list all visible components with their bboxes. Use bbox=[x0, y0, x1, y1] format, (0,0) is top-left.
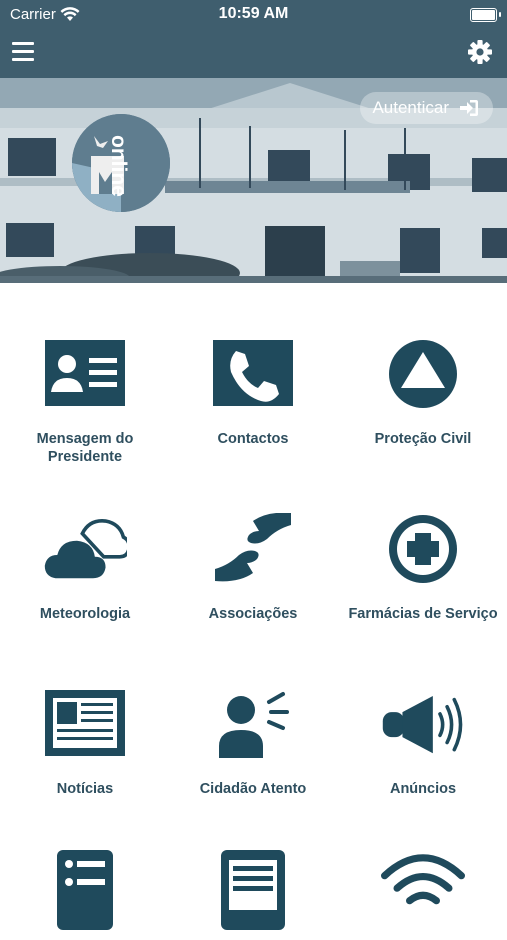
grid-item-label: Mensagem do Presidente bbox=[36, 431, 134, 465]
battery-icon bbox=[470, 8, 501, 22]
handshake-icon bbox=[211, 513, 295, 597]
grid-item-label: Farmácias de Serviço bbox=[348, 606, 498, 622]
grid-item-label: Associações bbox=[208, 606, 298, 622]
pharmacy-cross-icon bbox=[381, 513, 465, 597]
newspaper-icon bbox=[43, 688, 127, 772]
grid-item-presidente[interactable]: Mensagem do Presidente bbox=[0, 338, 170, 466]
grid-item-list[interactable] bbox=[0, 848, 170, 940]
grid-item-label: Anúncios bbox=[389, 781, 457, 797]
list-icon bbox=[43, 848, 127, 932]
grid-item-document[interactable] bbox=[168, 848, 338, 940]
status-time: 10:59 AM bbox=[218, 5, 289, 22]
gear-icon[interactable] bbox=[467, 39, 493, 65]
grid-item-label: Contactos bbox=[217, 431, 289, 447]
logo-online-text: online bbox=[107, 135, 130, 197]
grid-item-cidadao-atento[interactable]: Cidadão Atento bbox=[168, 688, 338, 798]
grid-item-label: Proteção Civil bbox=[374, 431, 472, 447]
document-icon bbox=[211, 848, 295, 932]
grid-item-associacoes[interactable]: Associações bbox=[168, 513, 338, 623]
grid-item-anuncios[interactable]: Anúncios bbox=[338, 688, 507, 798]
grid-item-contactos[interactable]: Contactos bbox=[168, 338, 338, 448]
cloud-icon bbox=[43, 513, 127, 597]
megaphone-icon bbox=[381, 688, 465, 772]
grid-item-label: Cidadão Atento bbox=[199, 781, 307, 797]
grid-item-farmacias[interactable]: Farmácias de Serviço bbox=[338, 513, 507, 623]
wifi-icon bbox=[381, 848, 465, 932]
phone-icon bbox=[211, 338, 295, 422]
grid-item-noticias[interactable]: Notícias bbox=[0, 688, 170, 798]
authenticate-button[interactable]: Autenticar bbox=[360, 92, 493, 124]
sign-in-icon bbox=[459, 99, 479, 117]
grid-item-wifi[interactable] bbox=[338, 848, 507, 940]
top-navigation-bar bbox=[0, 30, 507, 78]
hamburger-menu-icon[interactable] bbox=[12, 42, 34, 62]
status-bar: Carrier 10:59 AM bbox=[0, 0, 507, 30]
grid-item-protecao-civil[interactable]: Proteção Civil bbox=[338, 338, 507, 448]
civil-protection-icon bbox=[381, 338, 465, 422]
grid-item-meteorologia[interactable]: Meteorologia bbox=[0, 513, 170, 623]
grid-item-label: Meteorologia bbox=[39, 606, 131, 622]
id-card-icon bbox=[43, 338, 127, 422]
speaking-person-icon bbox=[211, 688, 295, 772]
authenticate-button-label: Autenticar bbox=[372, 98, 449, 117]
grid-item-label: Notícias bbox=[56, 781, 114, 797]
